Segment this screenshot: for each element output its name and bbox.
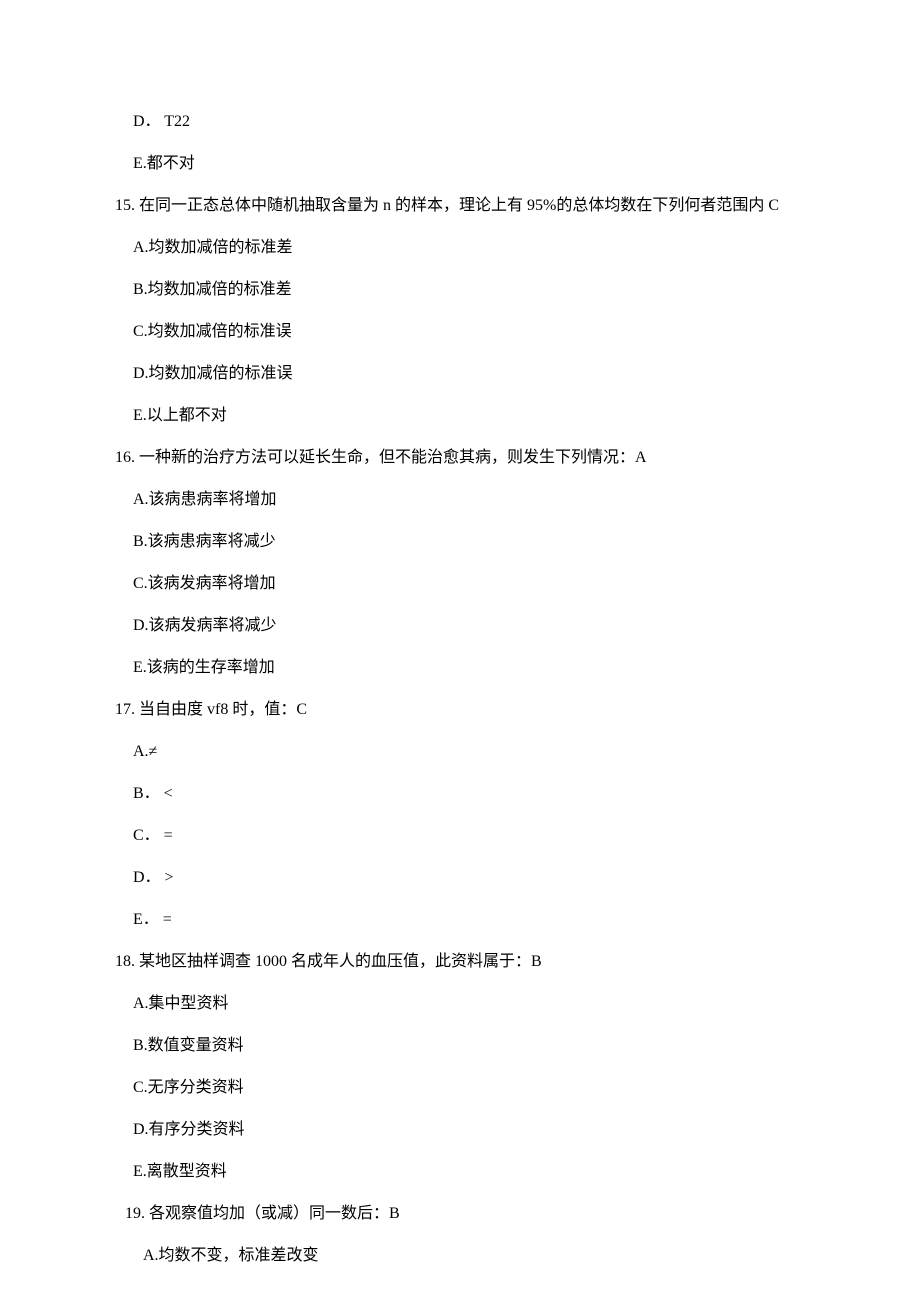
q17-option-b: B． < (115, 782, 805, 806)
q17-option-c: C． = (115, 824, 805, 848)
option-e: E.都不对 (115, 152, 805, 176)
option-d: D． T22 (115, 110, 805, 134)
q17-option-a: A.≠ (115, 740, 805, 764)
q15-option-a: A.均数加减倍的标准差 (115, 236, 805, 260)
q16-option-a: A.该病患病率将增加 (115, 488, 805, 512)
question-16: 16. 一种新的治疗方法可以延长生命，但不能治愈其病，则发生下列情况：A (115, 446, 805, 470)
question-15: 15. 在同一正态总体中随机抽取含量为 n 的样本，理论上有 95%的总体均数在… (115, 194, 805, 218)
document-page: D． T22 E.都不对 15. 在同一正态总体中随机抽取含量为 n 的样本，理… (0, 0, 920, 1308)
q16-option-e: E.该病的生存率增加 (115, 656, 805, 680)
q16-option-d: D.该病发病率将减少 (115, 614, 805, 638)
q16-option-c: C.该病发病率将增加 (115, 572, 805, 596)
q15-option-c: C.均数加减倍的标准误 (115, 320, 805, 344)
q18-option-a: A.集中型资料 (115, 992, 805, 1016)
q18-option-e: E.离散型资料 (115, 1160, 805, 1184)
q18-option-b: B.数值变量资料 (115, 1034, 805, 1058)
q19-option-a: A.均数不变，标准差改变 (115, 1244, 805, 1268)
q17-option-e: E． = (115, 908, 805, 932)
q15-option-d: D.均数加减倍的标准误 (115, 362, 805, 386)
question-17: 17. 当自由度 vf8 时，值：C (115, 698, 805, 722)
q18-option-c: C.无序分类资料 (115, 1076, 805, 1100)
q18-option-d: D.有序分类资料 (115, 1118, 805, 1142)
question-19: 19. 各观察值均加（或减）同一数后：B (115, 1202, 805, 1226)
q16-option-b: B.该病患病率将减少 (115, 530, 805, 554)
q15-option-b: B.均数加减倍的标准差 (115, 278, 805, 302)
q17-option-d: D． > (115, 866, 805, 890)
q15-option-e: E.以上都不对 (115, 404, 805, 428)
question-18: 18. 某地区抽样调查 1000 名成年人的血压值，此资料属于：B (115, 950, 805, 974)
